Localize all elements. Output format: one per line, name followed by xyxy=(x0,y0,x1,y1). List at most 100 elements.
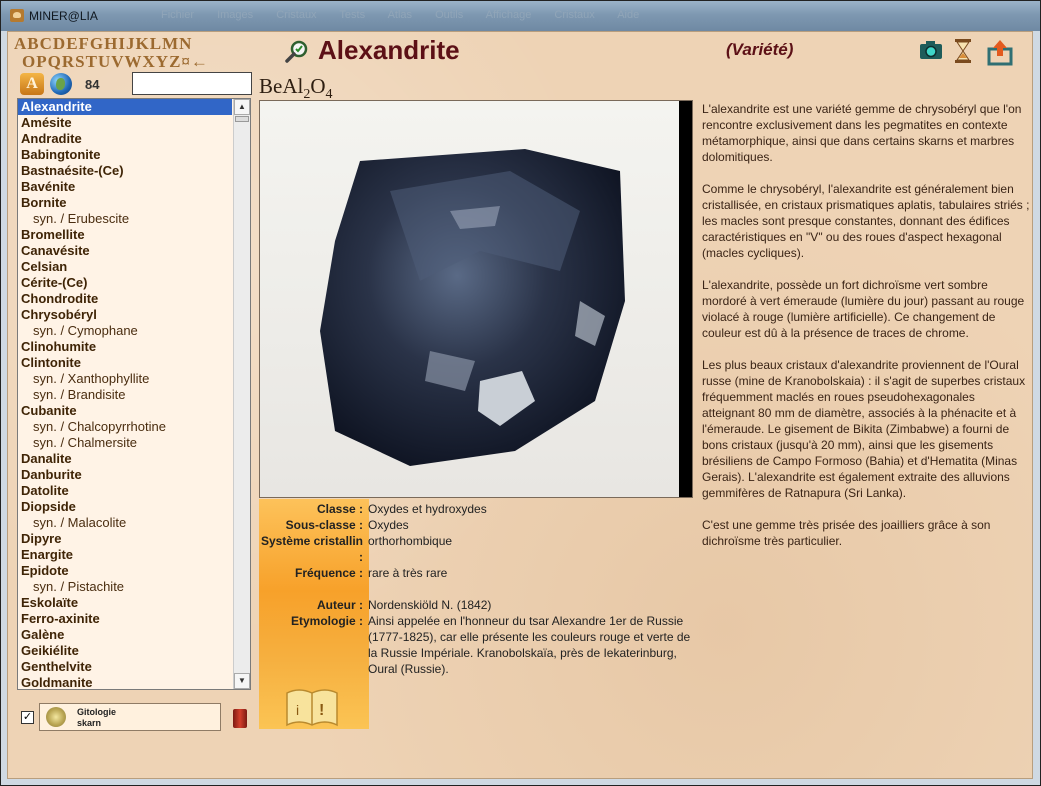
list-item[interactable]: Amésite xyxy=(18,115,250,131)
gitologie-value: skarn xyxy=(77,718,102,728)
menu-bar[interactable]: Fichier Images Cristaux Tests Atlas Outi… xyxy=(161,9,659,21)
list-item-synonym[interactable]: syn. / Brandisite xyxy=(18,387,250,403)
mineral-list[interactable]: Alexandrite Amésite Andradite Babingtonite B… xyxy=(17,98,251,690)
scroll-up-button[interactable]: ▲ xyxy=(234,99,250,115)
list-item-synonym[interactable]: syn. / Chalmersite xyxy=(18,435,250,451)
list-item[interactable]: Epidote xyxy=(18,563,250,579)
list-item[interactable]: Clintonite xyxy=(18,355,250,371)
alphabet-letter[interactable]: Z xyxy=(169,52,181,71)
list-item[interactable]: Cérite-(Ce) xyxy=(18,275,250,291)
list-item-synonym[interactable]: syn. / Xanthophyllite xyxy=(18,371,250,387)
alphabet-letter[interactable]: K xyxy=(136,34,150,53)
list-item[interactable]: Goldmanite xyxy=(18,675,250,689)
menu-item[interactable]: Tests xyxy=(339,9,365,21)
description-paragraph: L'alexandrite, possède un fort dichroïsm… xyxy=(702,278,1025,340)
search-input[interactable] xyxy=(132,72,252,95)
scroll-down-button[interactable]: ▼ xyxy=(234,673,250,689)
menu-item[interactable]: Fichier xyxy=(161,9,194,21)
list-item[interactable]: Clinohumite xyxy=(18,339,250,355)
gitologie-filter[interactable]: Gitologie skarn xyxy=(39,703,221,731)
alphabet-letter[interactable]: ← xyxy=(191,52,209,71)
menu-item[interactable]: Aide xyxy=(617,9,639,21)
list-item[interactable]: Ferro-axinite xyxy=(18,611,250,627)
list-item[interactable]: Bastnaésite-(Ce) xyxy=(18,163,250,179)
list-item-synonym[interactable]: syn. / Malacolite xyxy=(18,515,250,531)
list-item[interactable]: Bavénite xyxy=(18,179,250,195)
magnifier-icon[interactable] xyxy=(284,39,310,65)
list-item-synonym[interactable]: syn. / Chalcopyrrhotine xyxy=(18,419,250,435)
alphabet-letter[interactable]: G xyxy=(90,34,104,53)
alphabet-letter[interactable]: A xyxy=(14,34,27,53)
alphabet-letter[interactable]: P xyxy=(36,52,47,71)
alphabet-letter[interactable]: M xyxy=(162,34,179,53)
alphabet-letter[interactable]: J xyxy=(126,34,136,53)
alphabet-letter[interactable]: D xyxy=(53,34,66,53)
variety-label: (Variété) xyxy=(726,40,794,59)
list-item[interactable]: Babingtonite xyxy=(18,147,250,163)
menu-item[interactable]: Cristaux xyxy=(276,9,316,21)
trash-icon[interactable] xyxy=(233,709,247,728)
list-item[interactable]: Diopside xyxy=(18,499,250,515)
list-item[interactable]: Andradite xyxy=(18,131,250,147)
menu-item[interactable]: Images xyxy=(217,9,253,21)
alphabet-letter[interactable]: F xyxy=(79,34,90,53)
alphabet-letter[interactable]: W xyxy=(125,52,143,71)
list-item[interactable]: Genthelvite xyxy=(18,659,250,675)
alphabet-letter[interactable]: S xyxy=(75,52,85,71)
menu-item[interactable]: Outils xyxy=(435,9,463,21)
list-item-synonym[interactable]: syn. / Pistachite xyxy=(18,579,250,595)
gitologie-checkbox[interactable]: ✓ xyxy=(21,711,34,724)
description: L'alexandrite est une variété gemme de c… xyxy=(702,101,1030,565)
alphabet-letter[interactable]: C xyxy=(40,34,53,53)
hourglass-icon[interactable] xyxy=(953,38,973,64)
list-item[interactable]: Canavésite xyxy=(18,243,250,259)
alphabet-letter[interactable]: E xyxy=(66,34,78,53)
menu-item[interactable]: Affichage xyxy=(486,9,532,21)
alphabet-index-row-1: ABCDEFGHIJKLMN xyxy=(14,34,192,54)
list-item[interactable]: Enargite xyxy=(18,547,250,563)
alphabet-letter[interactable]: Q xyxy=(48,52,62,71)
alphabet-letter[interactable]: N xyxy=(179,34,192,53)
list-item[interactable]: Danburite xyxy=(18,467,250,483)
list-item-synonym[interactable]: syn. / Cymophane xyxy=(18,323,250,339)
list-item[interactable]: Datolite xyxy=(18,483,250,499)
list-scrollbar[interactable]: ▲ ▼ xyxy=(233,99,250,689)
alphabet-letter[interactable]: L xyxy=(150,34,162,53)
alphabet-letter[interactable]: T xyxy=(86,52,98,71)
alphabet-letter[interactable]: U xyxy=(98,52,111,71)
mineral-photo[interactable] xyxy=(259,100,693,498)
ai-icon[interactable]: A xyxy=(20,73,44,95)
globe-icon[interactable] xyxy=(50,73,72,95)
list-item[interactable]: Cubanite xyxy=(18,403,250,419)
book-icon[interactable]: ! i xyxy=(281,683,343,731)
list-item[interactable]: Bornite xyxy=(18,195,250,211)
photo-border xyxy=(679,101,692,497)
list-item[interactable]: Alexandrite xyxy=(18,99,232,115)
camera-icon[interactable] xyxy=(918,38,944,62)
list-item[interactable]: Chondrodite xyxy=(18,291,250,307)
alphabet-letter[interactable]: Y xyxy=(156,52,169,71)
alphabet-letter[interactable]: R xyxy=(62,52,75,71)
list-item[interactable]: Dipyre xyxy=(18,531,250,547)
export-icon[interactable] xyxy=(986,38,1014,66)
app-window: MINER@LIA Fichier Images Cristaux Tests … xyxy=(0,0,1041,786)
alphabet-letter[interactable]: O xyxy=(22,52,36,71)
info-value xyxy=(368,581,699,597)
menu-item[interactable]: Atlas xyxy=(388,9,412,21)
menu-item[interactable]: Cristaux xyxy=(554,9,594,21)
alphabet-letter[interactable]: I xyxy=(118,34,126,53)
scroll-thumb[interactable] xyxy=(235,116,249,122)
alphabet-letter[interactable]: V xyxy=(111,52,124,71)
list-item[interactable]: Chrysobéryl xyxy=(18,307,250,323)
list-item[interactable]: Galène xyxy=(18,627,250,643)
list-item-synonym[interactable]: syn. / Erubescite xyxy=(18,211,250,227)
alphabet-letter[interactable]: ¤ xyxy=(181,52,191,71)
list-item[interactable]: Danalite xyxy=(18,451,250,467)
list-item[interactable]: Geikiélite xyxy=(18,643,250,659)
list-item[interactable]: Bromellite xyxy=(18,227,250,243)
alphabet-letter[interactable]: B xyxy=(27,34,39,53)
list-item[interactable]: Eskolaïte xyxy=(18,595,250,611)
list-item[interactable]: Celsian xyxy=(18,259,250,275)
alphabet-letter[interactable]: H xyxy=(104,34,118,53)
alphabet-letter[interactable]: X xyxy=(143,52,156,71)
